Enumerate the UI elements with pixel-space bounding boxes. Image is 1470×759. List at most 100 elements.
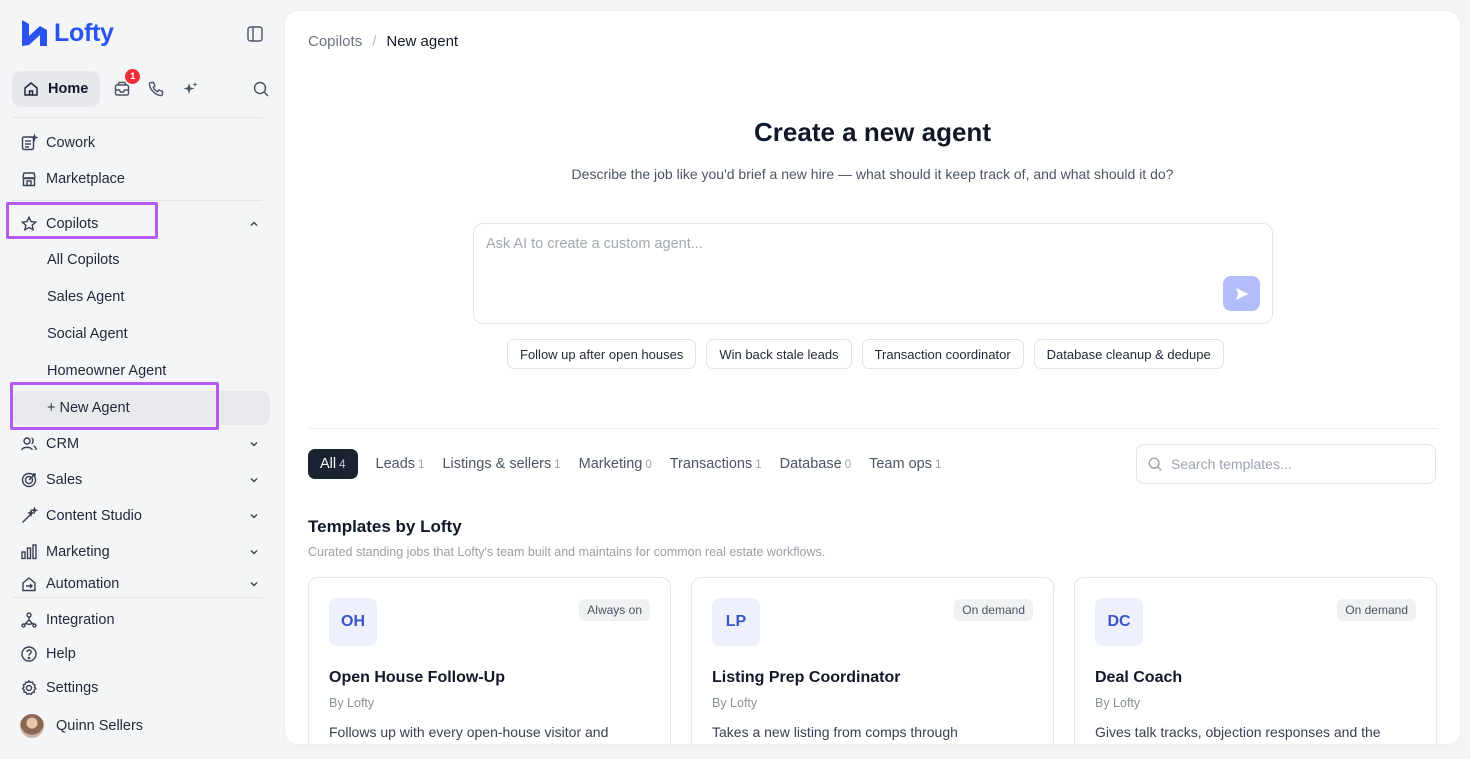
template-description: Gives talk tracks, objection responses a… [1095, 724, 1381, 740]
template-card-deal-coach[interactable]: DC On demand Deal Coach By Lofty Gives t… [1074, 577, 1437, 744]
sidebar-subitem-homeowner-agent[interactable]: Homeowner Agent [12, 354, 270, 388]
tab-database[interactable]: Database 0 [780, 449, 851, 479]
sidebar-divider [12, 200, 262, 201]
inbox-button[interactable]: 1 [112, 69, 141, 100]
suggestion-chips: Follow up after open houses Win back sta… [507, 339, 1224, 369]
sidebar-item-copilots[interactable]: Copilots [12, 207, 270, 241]
phone-button[interactable] [146, 78, 165, 100]
template-search [1136, 444, 1436, 484]
template-card-listing-prep[interactable]: LP On demand Listing Prep Coordinator By… [691, 577, 1054, 744]
tab-count: 1 [554, 459, 561, 471]
suggestion-chip[interactable]: Transaction coordinator [861, 339, 1024, 369]
tab-count: 1 [418, 459, 425, 471]
tab-count: 0 [645, 459, 652, 471]
section-subtitle: Curated standing jobs that Lofty's team … [308, 545, 826, 559]
tab-label: Team ops [869, 456, 932, 472]
tab-listings-sellers[interactable]: Listings & sellers 1 [442, 449, 560, 479]
tab-label: Leads [375, 456, 416, 472]
suggestion-chip[interactable]: Database cleanup & dedupe [1033, 339, 1224, 369]
avatar [20, 714, 44, 738]
sidebar-subitem-new-agent[interactable]: + New Agent [12, 391, 270, 425]
cowork-icon [21, 134, 38, 151]
tab-all[interactable]: All 4 [308, 449, 358, 479]
tab-transactions[interactable]: Transactions 1 [670, 449, 762, 479]
template-initials: OH [329, 598, 377, 646]
status-badge: On demand [954, 599, 1033, 621]
status-badge: Always on [579, 599, 650, 621]
sidebar-item-label: Marketplace [46, 171, 125, 187]
agent-prompt-box [473, 223, 1273, 324]
sidebar-toggle-icon[interactable] [246, 25, 264, 43]
sidebar-item-sales[interactable]: Sales [12, 463, 270, 497]
tab-marketing[interactable]: Marketing 0 [579, 449, 652, 479]
sidebar-item-label: Cowork [46, 135, 96, 151]
inbox-badge: 1 [125, 69, 141, 84]
chevron-down-icon [250, 514, 258, 519]
agent-prompt-input[interactable] [486, 236, 1206, 276]
chevron-down-icon [250, 550, 258, 555]
breadcrumb-copilots[interactable]: Copilots [308, 33, 362, 50]
sidebar-item-settings[interactable]: Settings [12, 673, 270, 703]
sidebar-item-label: Automation [46, 576, 120, 592]
template-author: By Lofty [329, 696, 375, 710]
sidebar-item-automation[interactable]: Automation [12, 571, 270, 597]
magic-wand-icon [22, 507, 38, 523]
gear-icon [21, 679, 37, 696]
send-button[interactable] [1223, 276, 1260, 311]
sidebar-subitem-all-copilots[interactable]: All Copilots [12, 243, 270, 277]
people-icon [21, 437, 37, 451]
sidebar-item-content-studio[interactable]: Content Studio [12, 499, 270, 533]
user-profile[interactable]: Quinn Sellers [12, 711, 270, 741]
chevron-down-icon [250, 442, 258, 447]
sidebar-item-label: Copilots [46, 216, 99, 232]
home-button[interactable]: Home [12, 71, 101, 107]
ai-sparkle-button[interactable] [180, 78, 199, 100]
main-panel: Copilots / New agent Create a new agent … [284, 10, 1461, 745]
sidebar-item-cowork[interactable]: Cowork [12, 126, 270, 160]
breadcrumb-separator: / [372, 33, 377, 50]
sidebar-search-button[interactable] [251, 78, 270, 100]
star-icon [20, 215, 38, 232]
lofty-logo[interactable]: Lofty [20, 18, 114, 48]
send-icon [1235, 287, 1248, 300]
tab-label: Transactions [669, 456, 753, 472]
tab-label: Listings & sellers [442, 456, 552, 472]
template-search-input[interactable] [1171, 456, 1421, 472]
sidebar-item-marketing[interactable]: Marketing [12, 535, 270, 569]
bar-chart-icon [21, 544, 37, 560]
lofty-logo-icon [22, 20, 47, 46]
suggestion-chip[interactable]: Win back stale leads [706, 339, 852, 369]
tab-label: Database [779, 456, 842, 472]
template-author: By Lofty [1095, 696, 1141, 710]
target-icon [21, 472, 37, 488]
sparkle-icon [183, 82, 198, 94]
template-description: Follows up with every open-house visitor… [329, 724, 609, 740]
tab-leads[interactable]: Leads 1 [376, 449, 425, 479]
page-subtitle: Describe the job like you'd brief a new … [571, 166, 1174, 182]
sidebar-item-help[interactable]: Help [12, 639, 270, 669]
sidebar-item-marketplace[interactable]: Marketplace [12, 162, 270, 196]
sidebar-item-integration[interactable]: Integration [12, 605, 270, 635]
template-initials: DC [1095, 598, 1143, 646]
sidebar-divider [12, 597, 262, 598]
status-badge: On demand [1337, 599, 1416, 621]
breadcrumb-current: New agent [386, 33, 459, 50]
sidebar-item-label: CRM [46, 436, 80, 452]
tab-count: 4 [339, 459, 346, 471]
chevron-down-icon [250, 478, 258, 483]
sidebar-item-crm[interactable]: CRM [12, 427, 270, 461]
sidebar-item-label: Content Studio [46, 508, 142, 524]
suggestion-chip[interactable]: Follow up after open houses [507, 339, 697, 369]
sidebar-subitem-social-agent[interactable]: Social Agent [12, 317, 270, 351]
sidebar-item-label: Sales [46, 472, 83, 488]
tab-count: 1 [934, 459, 942, 471]
chevron-up-icon [250, 221, 258, 226]
search-icon [1148, 457, 1162, 471]
template-card-open-house[interactable]: OH Always on Open House Follow-Up By Lof… [308, 577, 671, 744]
home-icon [24, 82, 38, 96]
tab-team-ops[interactable]: Team ops 1 [869, 449, 941, 479]
chevron-down-icon [250, 582, 258, 587]
sidebar-item-label: Help [46, 646, 76, 662]
sidebar-subitem-sales-agent[interactable]: Sales Agent [12, 280, 270, 314]
automation-icon [22, 577, 36, 592]
